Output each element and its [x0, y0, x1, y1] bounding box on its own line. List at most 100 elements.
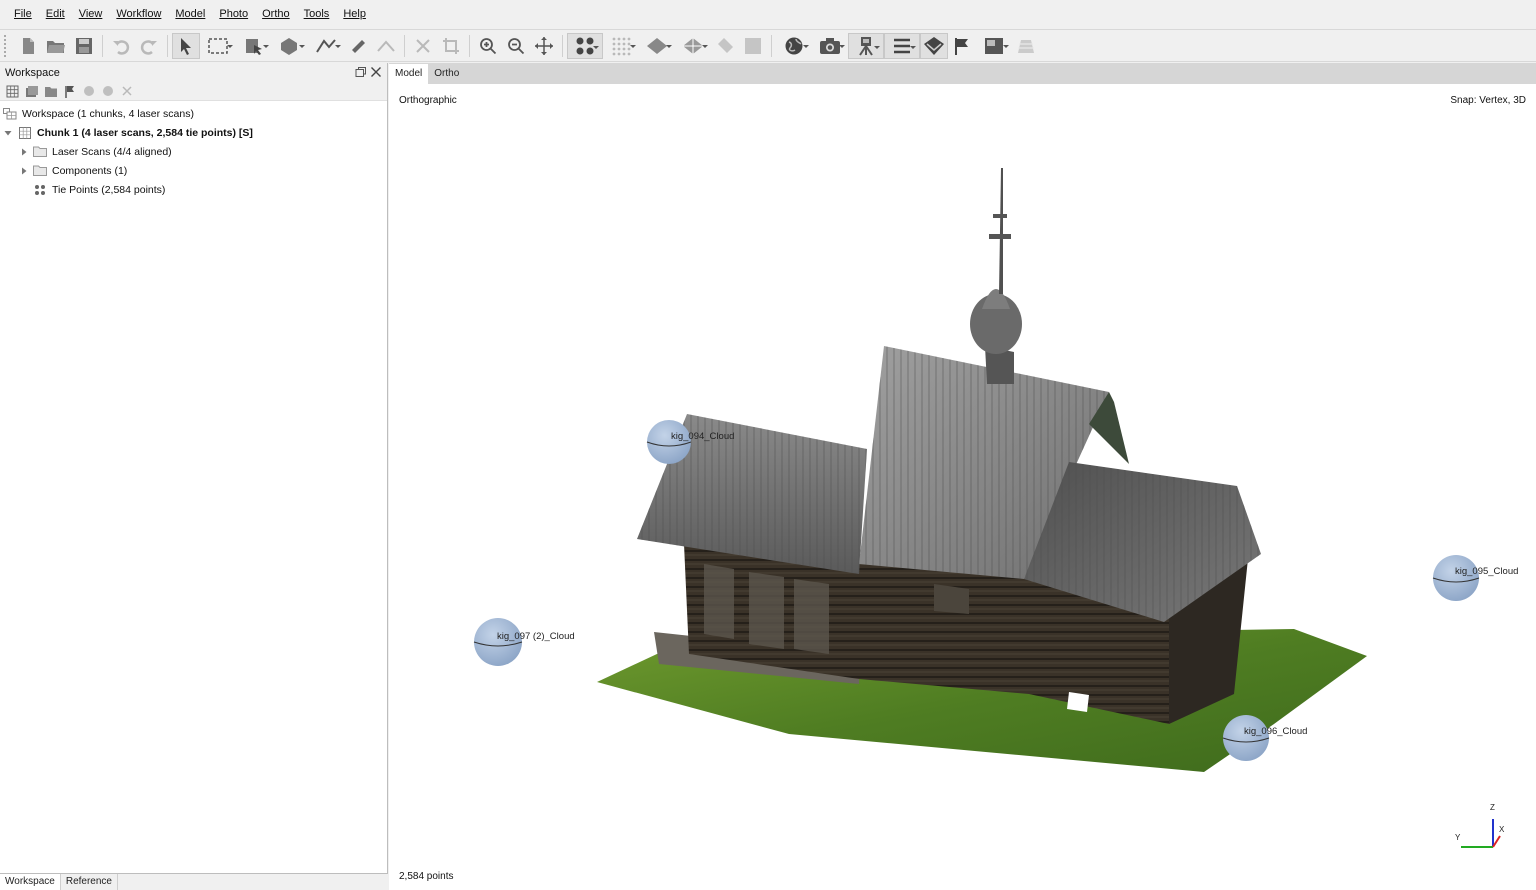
show-laser-scans-button[interactable] — [848, 32, 884, 59]
navigation-button[interactable] — [172, 32, 200, 59]
enable-dot-icon — [83, 86, 94, 96]
scan-station-094[interactable] — [646, 420, 692, 464]
tree-item-label: Workspace (1 chunks, 4 laser scans) — [22, 107, 194, 120]
disable-button[interactable] — [98, 83, 117, 99]
tree-item-chunk[interactable]: Chunk 1 (4 laser scans, 2,584 tie points… — [0, 123, 387, 142]
tree-item-components[interactable]: Components (1) — [0, 161, 387, 180]
menu-file[interactable]: File — [7, 0, 39, 28]
show-images-button[interactable] — [976, 33, 1012, 59]
scan-sphere-icon — [1223, 715, 1269, 761]
tree-item-tie-points[interactable]: Tie Points (2,584 points) — [0, 180, 387, 199]
move-object-icon — [246, 38, 262, 55]
zoom-in-button[interactable] — [474, 33, 502, 59]
workspace-toolbar — [0, 82, 387, 101]
menu-workflow[interactable]: Workflow — [109, 0, 168, 28]
cursor-arrow-icon — [181, 37, 191, 55]
remove-items-button[interactable] — [117, 83, 136, 99]
close-panel-icon[interactable] — [369, 65, 383, 79]
dense-cloud-view-button[interactable] — [603, 33, 639, 59]
tree-item-workspace[interactable]: Workspace (1 chunks, 4 laser scans) — [0, 104, 387, 123]
tab-ortho[interactable]: Ortho — [428, 64, 465, 84]
add-marker-button[interactable] — [60, 83, 79, 99]
workspace-panel-header: Workspace — [0, 63, 387, 82]
mesh-view-button[interactable] — [639, 33, 675, 59]
toolbar-separator — [404, 34, 405, 57]
shapes-layer-icon — [1018, 39, 1034, 53]
add-photos-button[interactable] — [22, 83, 41, 99]
dem-view-button[interactable] — [739, 33, 767, 59]
tab-model[interactable]: Model — [389, 64, 429, 84]
draw-polyline-button[interactable] — [308, 33, 344, 59]
open-button[interactable] — [42, 33, 70, 59]
list-icon — [894, 38, 910, 53]
crop-selection-button[interactable] — [437, 33, 465, 59]
ruler-button[interactable] — [344, 33, 372, 59]
workspace-panel: Workspace Workspace (1 chunks, 4 laser s… — [0, 63, 388, 873]
tiled-model-view-button[interactable] — [675, 33, 711, 59]
menu-model[interactable]: Model — [168, 0, 212, 28]
menu-view[interactable]: View — [72, 0, 110, 28]
new-button[interactable] — [14, 33, 42, 59]
rotate-object-button[interactable] — [272, 33, 308, 59]
point-cloud-render[interactable] — [389, 84, 1536, 890]
view-tabs: Model Ortho — [389, 63, 1536, 84]
show-markers-button[interactable] — [948, 33, 976, 59]
expand-arrow-icon[interactable] — [19, 147, 29, 157]
folder-icon — [33, 165, 47, 177]
delete-selection-button[interactable] — [409, 33, 437, 59]
texture-view-button[interactable] — [711, 33, 739, 59]
scan-station-096[interactable] — [1222, 715, 1270, 761]
tab-reference[interactable]: Reference — [61, 874, 118, 890]
edit-shape-button[interactable] — [372, 33, 400, 59]
chunk-icon — [18, 126, 32, 139]
show-info-button[interactable] — [884, 32, 920, 59]
add-chunk-button[interactable] — [3, 83, 22, 99]
move-object-button[interactable] — [236, 33, 272, 59]
menu-help[interactable]: Help — [336, 0, 373, 28]
expand-arrow-icon[interactable] — [19, 166, 29, 176]
scan-label-095: kig_095_Cloud — [1455, 566, 1519, 577]
church-point-cloud — [597, 168, 1367, 772]
model-viewport[interactable]: Orthographic Snap: Vertex, 3D 2,584 poin… — [389, 84, 1536, 890]
menu-photo[interactable]: Photo — [212, 0, 255, 28]
globe-view-button[interactable] — [776, 33, 812, 59]
remove-x-icon — [121, 86, 132, 96]
tree-item-label: Laser Scans (4/4 aligned) — [52, 145, 172, 158]
tree-item-laser-scans[interactable]: Laser Scans (4/4 aligned) — [0, 142, 387, 161]
show-cameras-button[interactable] — [812, 33, 848, 59]
menu-tools[interactable]: Tools — [297, 0, 337, 28]
restore-panel-icon[interactable] — [355, 66, 367, 78]
point-cloud-view-button[interactable] — [567, 32, 603, 59]
scan-station-095[interactable] — [1432, 555, 1480, 601]
add-folder-icon — [44, 86, 57, 97]
tab-workspace[interactable]: Workspace — [0, 874, 61, 890]
menu-edit[interactable]: Edit — [39, 0, 72, 28]
scan-sphere-icon — [647, 420, 691, 464]
undo-button[interactable] — [107, 33, 135, 59]
redo-button[interactable] — [135, 33, 163, 59]
mesh-icon — [647, 37, 667, 54]
reset-view-button[interactable] — [530, 33, 558, 59]
bottom-panel-tabs: Workspace Reference — [0, 873, 388, 890]
add-chunk-icon — [6, 85, 19, 97]
scan-sphere-icon — [474, 618, 522, 666]
rectangle-selection-button[interactable] — [200, 33, 236, 59]
enable-button[interactable] — [79, 83, 98, 99]
polyline-icon — [316, 38, 336, 53]
save-button[interactable] — [70, 33, 98, 59]
toolbar-grip[interactable] — [4, 34, 8, 57]
zoom-out-button[interactable] — [502, 33, 530, 59]
axis-gizmo — [1461, 819, 1501, 848]
show-shapes-button[interactable] — [1012, 33, 1040, 59]
collapse-arrow-icon[interactable] — [3, 128, 13, 138]
scan-station-097[interactable] — [473, 618, 523, 666]
menu-ortho[interactable]: Ortho — [255, 0, 297, 28]
workspace-tree: Workspace (1 chunks, 4 laser scans) Chun… — [0, 101, 387, 199]
show-region-button[interactable] — [920, 32, 948, 59]
add-folder-button[interactable] — [41, 83, 60, 99]
flag-small-icon — [64, 85, 74, 98]
redo-icon — [140, 39, 157, 55]
axis-z-label: Z — [1490, 803, 1495, 812]
image-icon — [985, 37, 1003, 54]
shape-icon — [377, 39, 395, 52]
